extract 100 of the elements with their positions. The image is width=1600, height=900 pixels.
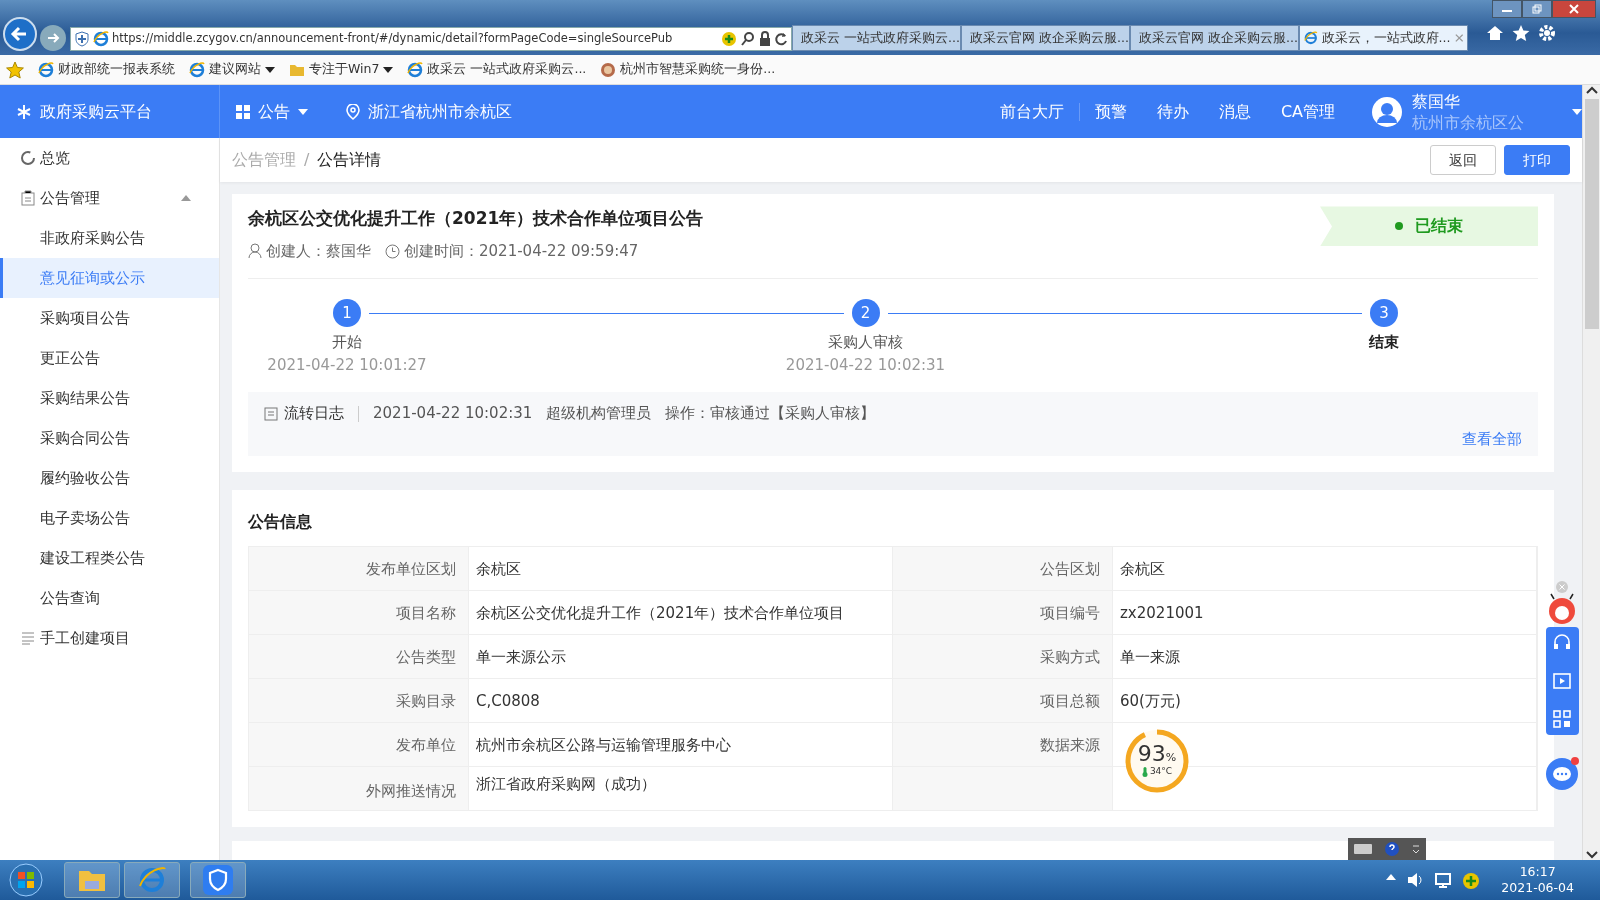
favorite-link[interactable]: 杭州市智慧采购统一身份... — [600, 60, 776, 79]
user-name: 蔡国华 — [1412, 90, 1461, 112]
nav-link[interactable]: 消息 — [1203, 99, 1266, 124]
nav-link[interactable]: CA管理 — [1265, 99, 1350, 124]
scroll-down-icon[interactable] — [1585, 850, 1598, 860]
field-label: 采购方式 — [1040, 646, 1100, 668]
field-value: zx2021001 — [1120, 602, 1204, 624]
view-all-link[interactable]: 查看全部 — [1462, 427, 1522, 451]
nav-link[interactable]: 预警 — [1079, 99, 1142, 124]
scroll-up-icon[interactable] — [1585, 85, 1598, 95]
caret-icon[interactable] — [1572, 108, 1582, 115]
close-button[interactable] — [1552, 0, 1596, 18]
browser-tab[interactable]: 政采云，一站式政府... — [1299, 25, 1468, 51]
field-value: 浙江省政府采购网（成功） — [476, 774, 656, 796]
logo-icon — [16, 103, 32, 120]
minimize-icon[interactable] — [1411, 844, 1420, 854]
step-label: 结束 — [1369, 332, 1399, 354]
video-icon[interactable] — [1552, 671, 1572, 691]
breadcrumb-separator: / — [304, 149, 310, 172]
back-button[interactable]: 返回 — [1430, 145, 1496, 176]
minimize-button[interactable] — [1492, 0, 1522, 18]
notice-title: 余杭区公交优化提升工作（2021年）技术合作单位项目公告 — [248, 207, 704, 231]
favorites-star-icon[interactable] — [6, 60, 24, 79]
grid-icon — [236, 104, 250, 119]
step-time: 2021-04-22 10:01:27 — [267, 354, 427, 376]
breadcrumb-item: 公告详情 — [317, 149, 382, 172]
favorite-link[interactable]: 政采云 一站式政府采购云... — [407, 60, 587, 79]
taskbar-clock[interactable]: 16:17 2021-06-04 — [1501, 864, 1574, 896]
menu-dropdown[interactable]: 公告 — [236, 99, 308, 124]
browser-page-icon — [407, 61, 424, 78]
volume-icon[interactable] — [1406, 872, 1424, 888]
favorite-link[interactable]: 专注于Win7 — [289, 60, 394, 79]
step-label: 采购人审核 — [828, 332, 903, 354]
location-pin-icon — [346, 103, 360, 120]
restore-button[interactable] — [1522, 0, 1552, 18]
user-organization: 杭州市余杭区公 — [1412, 111, 1525, 133]
sidebar-item[interactable]: 公告查询 — [0, 578, 219, 618]
field-value: 单一来源 — [1120, 646, 1180, 668]
address-bar[interactable]: https://middle.zcygov.cn/announcement-front/#/dynamic/detail?formPageCode=singleSourcePub — [70, 27, 792, 51]
overview-icon — [20, 150, 36, 166]
browser-page-icon — [93, 31, 109, 47]
close-icon — [1569, 4, 1579, 14]
sidebar-item[interactable]: 非政府采购公告 — [0, 218, 219, 258]
log-icon — [264, 406, 278, 421]
favorite-link[interactable]: 财政部统一报表系统 — [38, 60, 175, 79]
folder-icon — [289, 62, 305, 77]
browser-tab[interactable]: 政采云 一站式政府采购云... — [792, 25, 961, 51]
browser-icon — [137, 865, 167, 895]
field-value: 60(万元) — [1120, 690, 1181, 712]
browser-page-icon — [189, 61, 205, 78]
clock-time: 16:17 — [1518, 864, 1557, 880]
shield-app-icon — [203, 865, 233, 895]
brand-name: 政府采购云平台 — [40, 100, 152, 123]
avatar-icon — [1372, 96, 1402, 127]
settings-icon[interactable] — [1538, 23, 1556, 42]
sidebar-item[interactable]: 电子卖场公告 — [0, 498, 219, 538]
field-label: 采购目录 — [396, 690, 456, 712]
tray-app-icon[interactable] — [1462, 872, 1480, 890]
scrollbar-thumb[interactable] — [1584, 99, 1599, 329]
sidebar-item[interactable]: 采购结果公告 — [0, 378, 219, 418]
thermometer-icon — [1141, 767, 1148, 777]
creator-text: 创建人：蔡国华 — [266, 240, 371, 262]
favorite-link[interactable]: 建议网站 — [189, 60, 275, 79]
browser-page-icon — [1304, 30, 1318, 46]
taskbar-app[interactable] — [190, 862, 246, 898]
field-label: 发布单位区划 — [366, 558, 456, 580]
sidebar-item[interactable]: 建设工程类公告 — [0, 538, 219, 578]
sidebar-item[interactable]: 采购项目公告 — [0, 298, 219, 338]
sidebar-item[interactable]: 采购合同公告 — [0, 418, 219, 458]
qr-code-icon[interactable] — [1552, 709, 1572, 729]
network-icon[interactable] — [1434, 872, 1452, 888]
search-icon[interactable] — [740, 31, 756, 47]
status-dot-icon — [1395, 222, 1403, 231]
taskbar-app[interactable] — [64, 862, 120, 898]
step-label: 开始 — [332, 332, 362, 354]
sidebar-item[interactable]: 公告管理 — [0, 178, 219, 218]
sidebar-item[interactable]: 履约验收公告 — [0, 458, 219, 498]
sidebar-item[interactable]: 意见征询或公示 — [0, 258, 219, 298]
log-time: 2021-04-22 10:02:31 — [373, 403, 533, 425]
browser-tab[interactable]: 政采云官网 政企采购云服... — [961, 25, 1130, 51]
tray-expand-icon[interactable] — [1386, 872, 1396, 880]
browser-tab[interactable]: 政采云官网 政企采购云服... — [1130, 25, 1299, 51]
sidebar-item[interactable]: 更正公告 — [0, 338, 219, 378]
home-icon[interactable] — [1486, 23, 1504, 42]
clock-date: 2021-06-04 — [1501, 880, 1574, 896]
chat-icon[interactable] — [1545, 757, 1579, 791]
refresh-icon[interactable] — [774, 32, 788, 46]
compat-icon[interactable] — [721, 31, 737, 47]
keyboard-icon[interactable] — [1354, 844, 1373, 854]
favorites-icon[interactable] — [1512, 23, 1530, 42]
print-button[interactable]: 打印 — [1504, 145, 1570, 176]
location-selector[interactable]: 浙江省杭州市余杭区 — [346, 99, 512, 124]
nav-link[interactable]: 前台大厅 — [984, 99, 1079, 124]
nav-link[interactable]: 待办 — [1141, 99, 1204, 124]
status-tag: 已结束 — [1320, 206, 1538, 247]
temperature-reading: 34°C — [1149, 765, 1173, 779]
forward-icon[interactable] — [46, 31, 60, 45]
sidebar-item[interactable]: 总览 — [0, 138, 219, 178]
sidebar-item[interactable]: 手工创建项目 — [0, 618, 219, 658]
help-icon[interactable] — [1385, 842, 1399, 856]
